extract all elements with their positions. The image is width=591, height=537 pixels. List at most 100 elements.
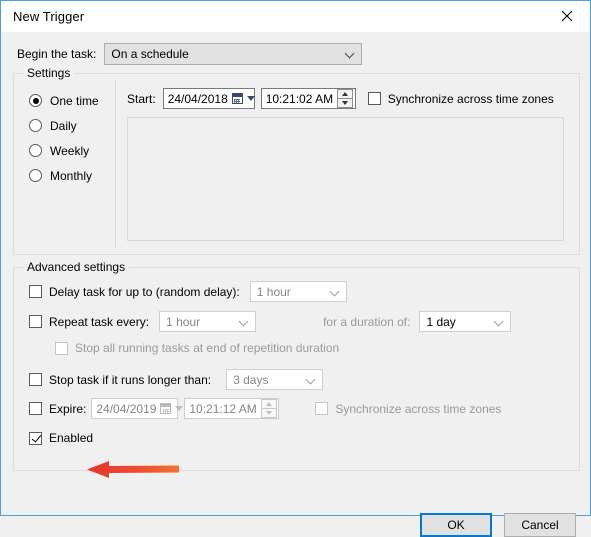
radio-label: Weekly (50, 143, 90, 158)
checkbox-indicator (29, 315, 42, 328)
chevron-down-icon (246, 96, 255, 101)
start-label: Start: (127, 91, 156, 106)
checkbox-indicator (315, 402, 329, 415)
start-time-value: 10:21:02 AM (265, 91, 334, 106)
radio-indicator (29, 144, 42, 157)
advanced-settings-group: Advanced settings Delay task for up to (… (13, 260, 580, 471)
expire-sync-label: Synchronize across time zones (335, 401, 502, 416)
radio-label: Daily (50, 118, 77, 133)
start-date-input[interactable]: 24/04/2018 (162, 88, 255, 109)
checkbox-indicator (29, 373, 42, 386)
expire-label: Expire: (49, 401, 87, 416)
sync-time-zones-checkbox[interactable]: Synchronize across time zones (367, 91, 554, 106)
chevron-down-icon (175, 406, 184, 411)
stop-task-longer-checkbox[interactable]: Stop task if it runs longer than: (29, 373, 211, 387)
radio-weekly[interactable]: Weekly (29, 138, 114, 163)
delay-task-row: Delay task for up to (random delay): 1 h… (29, 281, 347, 302)
triangle-down-icon (265, 411, 272, 415)
dialog-body: Begin the task: On a schedule Settings O… (1, 32, 590, 537)
settings-group: Settings One time Daily Weekly Monthly S… (13, 66, 580, 255)
chevron-down-icon (239, 317, 249, 327)
radio-one-time[interactable]: One time (29, 88, 114, 113)
calendar-icon (160, 403, 172, 414)
schedule-detail-panel (127, 117, 564, 241)
start-row: Start: 24/04/2018 10:21:02 AM Synchroniz… (127, 88, 554, 109)
radio-indicator (29, 119, 42, 132)
cancel-button[interactable]: Cancel (504, 513, 576, 537)
advanced-settings-legend: Advanced settings (23, 260, 130, 274)
enabled-label: Enabled (49, 431, 94, 445)
begin-task-label: Begin the task: (17, 47, 97, 61)
expire-checkbox[interactable]: Expire: (29, 402, 86, 416)
begin-task-row: Begin the task: On a schedule (17, 43, 363, 65)
expire-row: Expire: 24/04/2019 10:21:12 AM Synchroni… (29, 398, 501, 419)
sync-time-zones-label: Synchronize across time zones (387, 91, 554, 106)
start-date-value: 24/04/2018 (167, 91, 228, 106)
delay-task-checkbox[interactable]: Delay task for up to (random delay): (29, 285, 240, 299)
radio-indicator (29, 94, 42, 107)
ok-button[interactable]: OK (420, 513, 492, 537)
triangle-down-icon (342, 101, 349, 105)
triangle-up-icon (265, 402, 272, 406)
expire-date-value: 24/04/2019 (96, 401, 157, 416)
settings-divider (115, 80, 116, 248)
repeat-interval-dropdown[interactable]: 1 hour (159, 311, 257, 332)
title-bar: New Trigger (1, 1, 590, 32)
checkbox-indicator (29, 431, 42, 445)
stop-task-longer-row: Stop task if it runs longer than: 3 days (29, 369, 324, 390)
repeat-task-label: Repeat task every: (49, 314, 150, 329)
chevron-down-icon (306, 375, 316, 385)
calendar-icon (231, 93, 243, 104)
checkbox-indicator (29, 285, 42, 298)
checkbox-indicator (55, 341, 68, 355)
expire-time-input: 10:21:12 AM (184, 398, 280, 419)
radio-monthly[interactable]: Monthly (29, 163, 114, 188)
chevron-down-icon (330, 287, 340, 297)
window-title: New Trigger (13, 9, 85, 24)
radio-label: Monthly (50, 168, 93, 183)
delay-task-dropdown[interactable]: 1 hour (249, 281, 347, 302)
stop-all-running-row: Stop all running tasks at end of repetit… (55, 341, 339, 355)
repeat-interval-value: 1 hour (166, 314, 201, 329)
expire-time-value: 10:21:12 AM (189, 401, 257, 416)
time-spinner (260, 399, 277, 418)
repeat-duration-value: 1 day (426, 314, 456, 329)
chevron-down-icon (494, 317, 504, 327)
repeat-task-row: Repeat task every: 1 hour for a duration… (29, 311, 512, 332)
stop-all-running-label: Stop all running tasks at end of repetit… (75, 341, 340, 355)
spinner-up-button[interactable] (337, 89, 354, 98)
start-time-input[interactable]: 10:21:02 AM (260, 88, 356, 109)
spinner-down-button[interactable] (337, 98, 354, 108)
checkbox-indicator (367, 92, 381, 105)
expire-sync-time-zones-checkbox: Synchronize across time zones (315, 402, 501, 416)
begin-task-dropdown[interactable]: On a schedule (104, 43, 363, 65)
duration-label: for a duration of: (323, 314, 411, 329)
radio-indicator (29, 169, 42, 182)
begin-task-value: On a schedule (111, 47, 189, 61)
stop-task-duration-value: 3 days (233, 372, 269, 387)
checkbox-indicator (29, 402, 42, 415)
new-trigger-dialog: New Trigger Begin the task: On a schedul… (0, 0, 591, 537)
cancel-button-label: Cancel (521, 518, 559, 532)
spinner-down-button (260, 408, 277, 418)
time-spinner[interactable] (337, 89, 354, 108)
radio-label: One time (50, 93, 99, 108)
close-icon[interactable] (544, 1, 590, 31)
repeat-task-checkbox[interactable]: Repeat task every: (29, 315, 149, 329)
schedule-type-radiogroup: One time Daily Weekly Monthly (29, 88, 114, 188)
delay-task-value: 1 hour (256, 284, 291, 299)
enabled-checkbox[interactable]: Enabled (29, 431, 93, 445)
expire-date-input: 24/04/2019 (91, 398, 184, 419)
delay-task-label: Delay task for up to (random delay): (49, 284, 240, 299)
spinner-up-button (260, 399, 277, 408)
stop-task-longer-label: Stop task if it runs longer than: (49, 372, 212, 387)
repeat-duration-dropdown[interactable]: 1 day (419, 311, 512, 332)
ok-button-label: OK (447, 518, 465, 532)
radio-daily[interactable]: Daily (29, 113, 114, 138)
stop-all-running-checkbox: Stop all running tasks at end of repetit… (55, 341, 339, 355)
triangle-up-icon (342, 92, 349, 96)
enabled-row: Enabled (29, 431, 93, 445)
settings-legend: Settings (23, 66, 75, 80)
stop-task-duration-dropdown[interactable]: 3 days (226, 369, 324, 390)
chevron-down-icon (345, 49, 355, 59)
